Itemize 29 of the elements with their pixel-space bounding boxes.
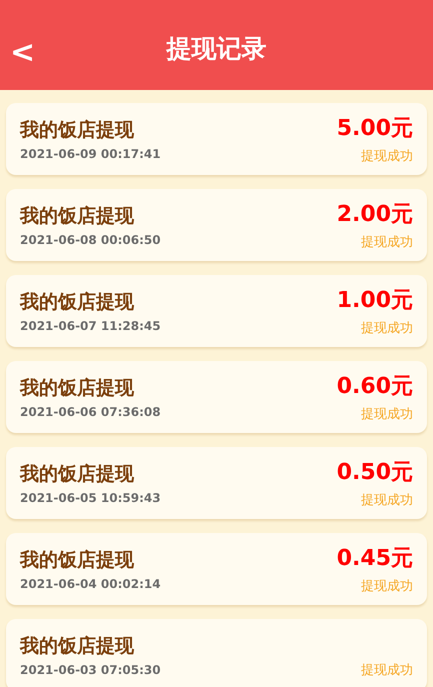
record-time: 2021-06-05 10:59:43 [20,491,161,505]
record-title: 我的饭店提现 [20,548,135,573]
record-time: 2021-06-04 00:02:14 [20,577,161,591]
record-title: 我的饭店提现 [20,118,135,143]
record-status: 提现成功 [361,320,413,337]
record-status: 提现成功 [361,578,413,595]
record-amount: 1.00元 [336,287,413,315]
page-title: 提现记录 [166,32,266,64]
record-status: 提现成功 [361,662,413,679]
record-title: 我的饭店提现 [20,634,135,659]
record-title: 我的饭店提现 [20,462,135,487]
record-amount: 5.00元 [336,115,413,143]
record-amount: 0.45元 [336,545,413,573]
record-title: 我的饭店提现 [20,376,135,401]
record-amount: 0.60元 [336,373,413,401]
record-status: 提现成功 [361,148,413,165]
record-status: 提现成功 [361,406,413,423]
record-time: 2021-06-09 00:17:41 [20,147,161,161]
back-button[interactable]: < [4,38,42,68]
record-amount: 2.00元 [336,201,413,229]
record-time: 2021-06-06 07:36:08 [20,405,161,419]
record-status: 提现成功 [361,234,413,251]
record-title: 我的饭店提现 [20,204,135,229]
record-amount: 0.50元 [336,459,413,487]
record-title: 我的饭店提现 [20,290,135,315]
record-status: 提现成功 [361,492,413,509]
record-time: 2021-06-07 11:28:45 [20,319,161,333]
record-time: 2021-06-08 00:06:50 [20,233,161,247]
record-time: 2021-06-03 07:05:30 [20,663,161,677]
